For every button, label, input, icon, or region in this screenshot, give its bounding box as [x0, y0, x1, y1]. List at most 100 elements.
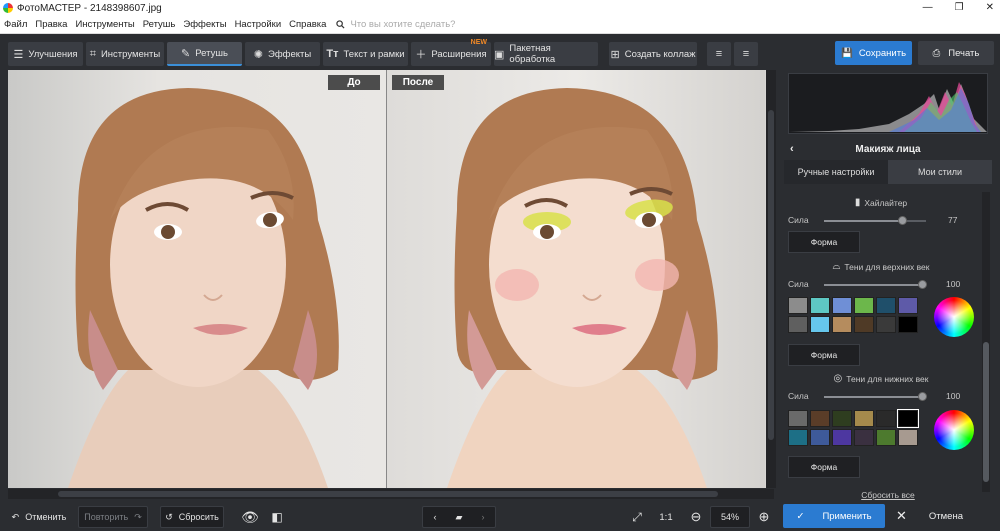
eye-preview-icon[interactable]: 👁 — [238, 506, 262, 528]
photo-after — [387, 70, 765, 488]
back-arrow-icon[interactable]: ‹ — [790, 143, 794, 155]
panel-tabs: Ручные настройки Мои стили — [784, 160, 992, 184]
zoom-in-icon[interactable]: ⊕ — [754, 506, 774, 528]
highlighter-label: Хайлайтер — [864, 197, 908, 208]
histogram — [788, 73, 988, 134]
canvas-vertical-scrollbar[interactable] — [766, 70, 776, 488]
upper-lids-shape-button[interactable]: Форма — [788, 344, 860, 366]
cancel-label: Отмена — [928, 510, 963, 522]
compare-split-button[interactable]: ≡ — [707, 42, 731, 66]
color-swatch[interactable] — [876, 429, 896, 446]
maximize-button[interactable]: ❐ — [955, 0, 964, 16]
print-button[interactable]: ⎙ Печать — [918, 41, 994, 65]
tab-collage[interactable]: ⊞ Создать коллаж — [609, 42, 697, 66]
lower-lids-strength-label: Сила — [788, 391, 809, 401]
compare-view-icon[interactable]: ◧ — [266, 506, 288, 528]
tab-manual-settings[interactable]: Ручные настройки — [784, 160, 888, 184]
upper-lids-color-wheel[interactable] — [934, 297, 974, 337]
highlighter-strength-value: 77 — [948, 215, 958, 225]
menu-file[interactable]: Файл — [0, 19, 31, 30]
undo-button[interactable]: ↶ Отменить — [6, 506, 72, 528]
menu-help[interactable]: Справка — [285, 19, 330, 30]
menu-edit[interactable]: Правка — [31, 19, 71, 30]
redo-button[interactable]: Повторить ↷ — [78, 506, 148, 528]
color-swatch[interactable] — [810, 316, 830, 333]
lower-lids-strength-slider[interactable] — [824, 392, 927, 401]
color-swatch[interactable] — [898, 429, 918, 446]
color-swatch[interactable] — [788, 297, 808, 314]
tab-tools[interactable]: ⌗ Инструменты — [86, 42, 164, 66]
reset-all-link[interactable]: Сбросить все — [782, 490, 994, 500]
after-label: После — [392, 75, 444, 90]
slider-knob[interactable] — [918, 392, 927, 401]
highlighter-strength-slider[interactable] — [824, 216, 926, 225]
history-button[interactable]: ≡ — [734, 42, 758, 66]
scroll-thumb[interactable] — [58, 491, 718, 497]
next-image-icon[interactable]: › — [471, 512, 495, 522]
menu-search[interactable]: Что вы хотите сделать? — [330, 19, 455, 30]
scroll-thumb[interactable] — [768, 110, 774, 440]
color-swatch[interactable] — [810, 297, 830, 314]
color-swatch[interactable] — [854, 429, 874, 446]
minimize-button[interactable]: — — [923, 0, 933, 16]
color-swatch[interactable] — [876, 410, 896, 427]
tab-text-frames[interactable]: Tт Текст и рамки — [323, 42, 408, 66]
apply-button[interactable]: ✓ Применить — [783, 504, 885, 528]
tab-enhancements[interactable]: ☰ Улучшения — [8, 42, 83, 66]
canvas-horizontal-scrollbar[interactable] — [8, 489, 774, 499]
color-swatch[interactable] — [832, 316, 852, 333]
list-history-icon: ≡ — [742, 48, 750, 60]
color-swatch[interactable] — [832, 410, 852, 427]
lower-lids-shape-button[interactable]: Форма — [788, 456, 860, 478]
color-swatch[interactable] — [832, 297, 852, 314]
color-swatch[interactable] — [788, 316, 808, 333]
color-swatch[interactable] — [897, 409, 919, 428]
color-swatch[interactable] — [876, 316, 896, 333]
color-swatch[interactable] — [854, 297, 874, 314]
color-swatch[interactable] — [854, 316, 874, 333]
panel-scrollbar[interactable] — [982, 192, 990, 492]
search-placeholder: Что вы хотите сделать? — [350, 19, 456, 30]
zoom-out-icon[interactable]: ⊖ — [686, 506, 706, 528]
tab-extensions[interactable]: ＋ Расширения NEW — [411, 39, 491, 66]
menu-tools[interactable]: Инструменты — [71, 19, 138, 30]
plus-icon: ＋ — [415, 49, 427, 61]
color-swatch[interactable] — [876, 297, 896, 314]
color-swatch[interactable] — [788, 429, 808, 446]
zoom-value[interactable]: 54% — [710, 506, 750, 528]
color-swatch[interactable] — [854, 410, 874, 427]
color-swatch[interactable] — [788, 410, 808, 427]
image-stack-icon: ▣ — [494, 48, 505, 61]
color-swatch[interactable] — [810, 429, 830, 446]
color-swatch[interactable] — [898, 316, 918, 333]
actual-size-button[interactable]: 1:1 — [654, 506, 678, 528]
tab-effects[interactable]: ✺ Эффекты — [245, 42, 320, 66]
tab-my-styles[interactable]: Мои стили — [888, 160, 992, 184]
color-swatch[interactable] — [898, 297, 918, 314]
menu-settings[interactable]: Настройки — [231, 19, 286, 30]
save-button[interactable]: 💾 Сохранить — [835, 41, 912, 65]
cancel-button[interactable]: ✕ Отмена — [890, 504, 994, 528]
before-label: До — [328, 75, 380, 90]
scroll-thumb[interactable] — [983, 342, 989, 482]
lower-lids-color-wheel[interactable] — [934, 410, 974, 450]
tab-retouch[interactable]: ✎ Ретушь — [167, 42, 242, 66]
list-add-icon: ≡ — [715, 48, 723, 60]
reset-button[interactable]: ↺ Сбросить — [160, 506, 224, 528]
slider-knob[interactable] — [898, 216, 907, 225]
tab-batch[interactable]: ▣ Пакетная обработка — [494, 42, 598, 66]
fit-screen-icon[interactable]: ⤢ — [626, 506, 648, 528]
slider-knob[interactable] — [918, 280, 927, 289]
prev-image-icon[interactable]: ‹ — [423, 512, 447, 522]
upper-lids-strength-slider[interactable] — [824, 280, 927, 289]
reset-icon: ↺ — [165, 511, 173, 522]
menu-retouch[interactable]: Ретушь — [139, 19, 180, 30]
text-icon: Tт — [326, 48, 339, 60]
menu-effects[interactable]: Эффекты — [179, 19, 230, 30]
photo-canvas[interactable]: До После — [8, 70, 774, 488]
close-window-button[interactable]: ✕ — [986, 0, 994, 16]
color-swatch[interactable] — [832, 429, 852, 446]
highlighter-shape-button[interactable]: Форма — [788, 231, 860, 253]
folder-icon[interactable]: ▰ — [447, 512, 471, 523]
color-swatch[interactable] — [810, 410, 830, 427]
